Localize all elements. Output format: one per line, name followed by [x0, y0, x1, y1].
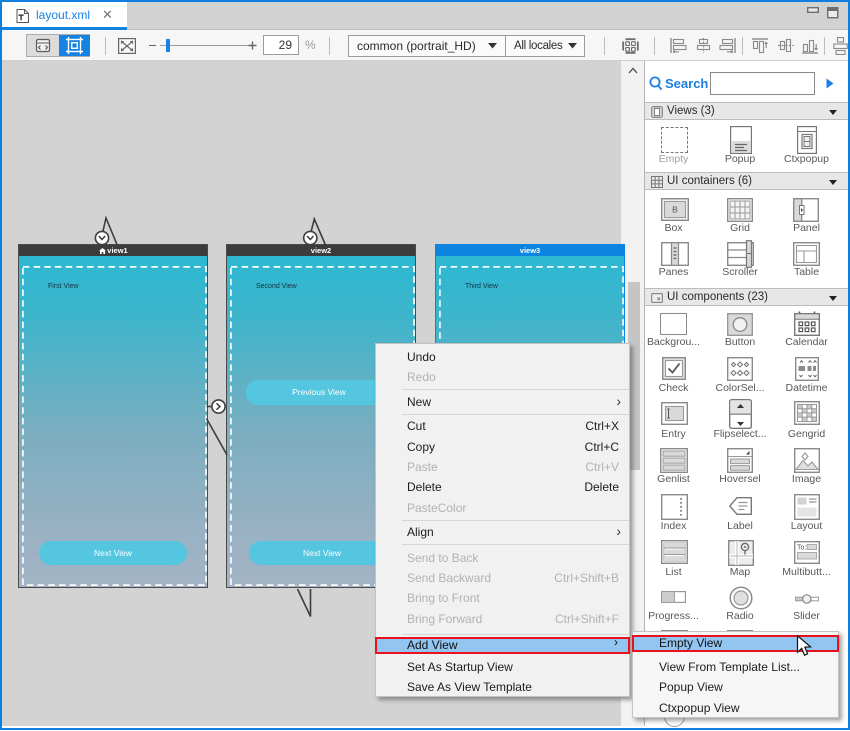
svg-text:B: B: [672, 205, 678, 215]
svg-text:To:: To:: [797, 545, 806, 552]
